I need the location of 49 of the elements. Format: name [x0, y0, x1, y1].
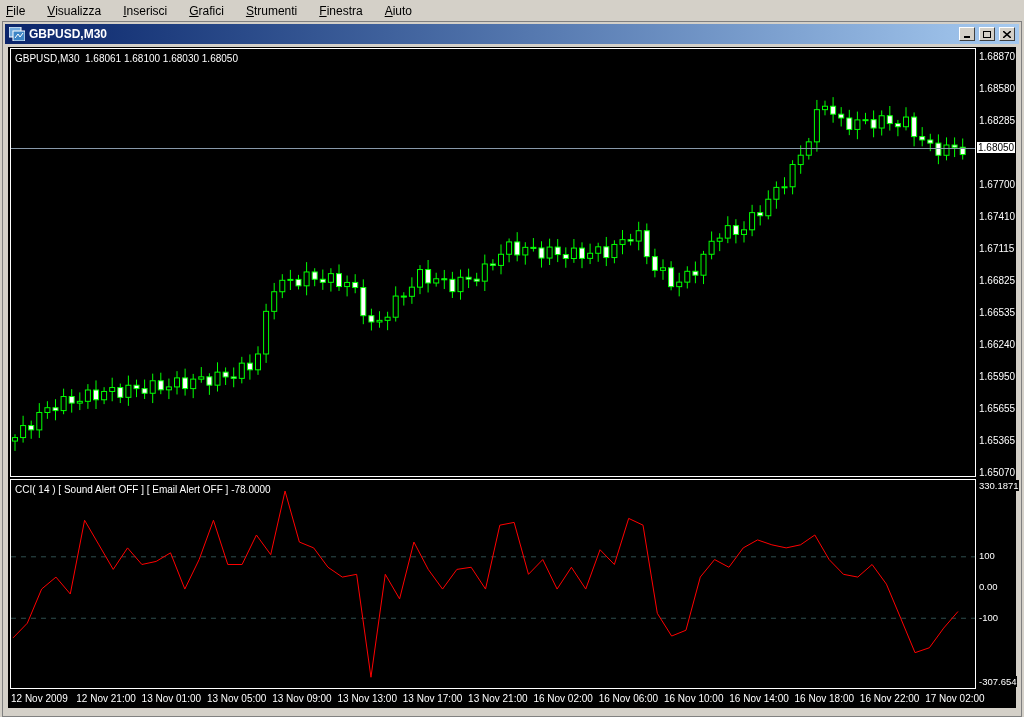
time-label: 12 Nov 21:00	[76, 691, 137, 706]
menu-item[interactable]: Aiuto	[384, 1, 413, 20]
menu-item[interactable]: Visualizza	[47, 1, 102, 20]
indicator-label: 330.1871	[979, 479, 1019, 491]
price-label: 1.68285	[979, 115, 1016, 127]
time-label: 16 Nov 02:00	[533, 691, 594, 706]
time-label: 16 Nov 18:00	[794, 691, 856, 706]
menu-item[interactable]: Inserisci	[123, 1, 168, 20]
minimize-button[interactable]	[959, 27, 975, 41]
time-label: 13 Nov 17:00	[402, 691, 464, 706]
maximize-button[interactable]	[979, 27, 995, 41]
price-label: 1.66535	[979, 307, 1016, 319]
maximize-icon	[983, 30, 991, 38]
price-label: 1.65365	[979, 435, 1016, 447]
indicator-legend: CCI( 14 ) [ Sound Alert OFF ] [ Email Alert OFF ] -78.0000	[15, 482, 271, 497]
price-label: 1.66825	[979, 275, 1016, 287]
menu-item[interactable]: Finestra	[319, 1, 363, 20]
time-label: 13 Nov 05:00	[206, 691, 268, 706]
close-icon	[1003, 30, 1011, 38]
time-label: 16 Nov 10:00	[663, 691, 725, 706]
window-title: GBPUSD,M30	[29, 26, 109, 43]
price-label: 1.65655	[979, 403, 1016, 415]
price-label: 1.67410	[979, 211, 1016, 223]
indicator-label: -307.654	[979, 675, 1017, 687]
time-label: 13 Nov 13:00	[337, 691, 398, 706]
time-label: 12 Nov 2009	[11, 691, 69, 706]
price-label: 1.68870	[979, 51, 1016, 63]
menu-item[interactable]: Grafici	[189, 1, 224, 20]
price-label: 1.65070	[979, 467, 1016, 479]
time-label: 13 Nov 21:00	[468, 691, 529, 706]
current-price-tag: 1.68050	[977, 142, 1016, 153]
time-label: 16 Nov 14:00	[729, 691, 790, 706]
price-label: 1.67700	[979, 179, 1016, 191]
menu-item[interactable]: File	[6, 1, 26, 20]
price-label: 1.67115	[979, 243, 1015, 255]
menu-item[interactable]: Strumenti	[245, 1, 298, 20]
indicator-label: 0.00	[979, 581, 998, 593]
chart-legend: GBPUSD,M30 1.68061 1.68100 1.68030 1.68050	[15, 51, 238, 66]
indicator-label: 100	[979, 550, 995, 562]
time-label: 16 Nov 06:00	[598, 691, 660, 706]
chart-window-icon	[9, 27, 25, 41]
price-label: 1.65950	[979, 371, 1016, 383]
time-label: 13 Nov 09:00	[272, 691, 333, 706]
close-button[interactable]	[999, 27, 1015, 41]
time-label: 16 Nov 22:00	[859, 691, 921, 706]
time-label: 17 Nov 02:00	[925, 691, 986, 706]
price-label: 1.68580	[979, 83, 1016, 95]
time-label: 13 Nov 01:00	[141, 691, 203, 706]
price-label: 1.66240	[979, 339, 1016, 351]
